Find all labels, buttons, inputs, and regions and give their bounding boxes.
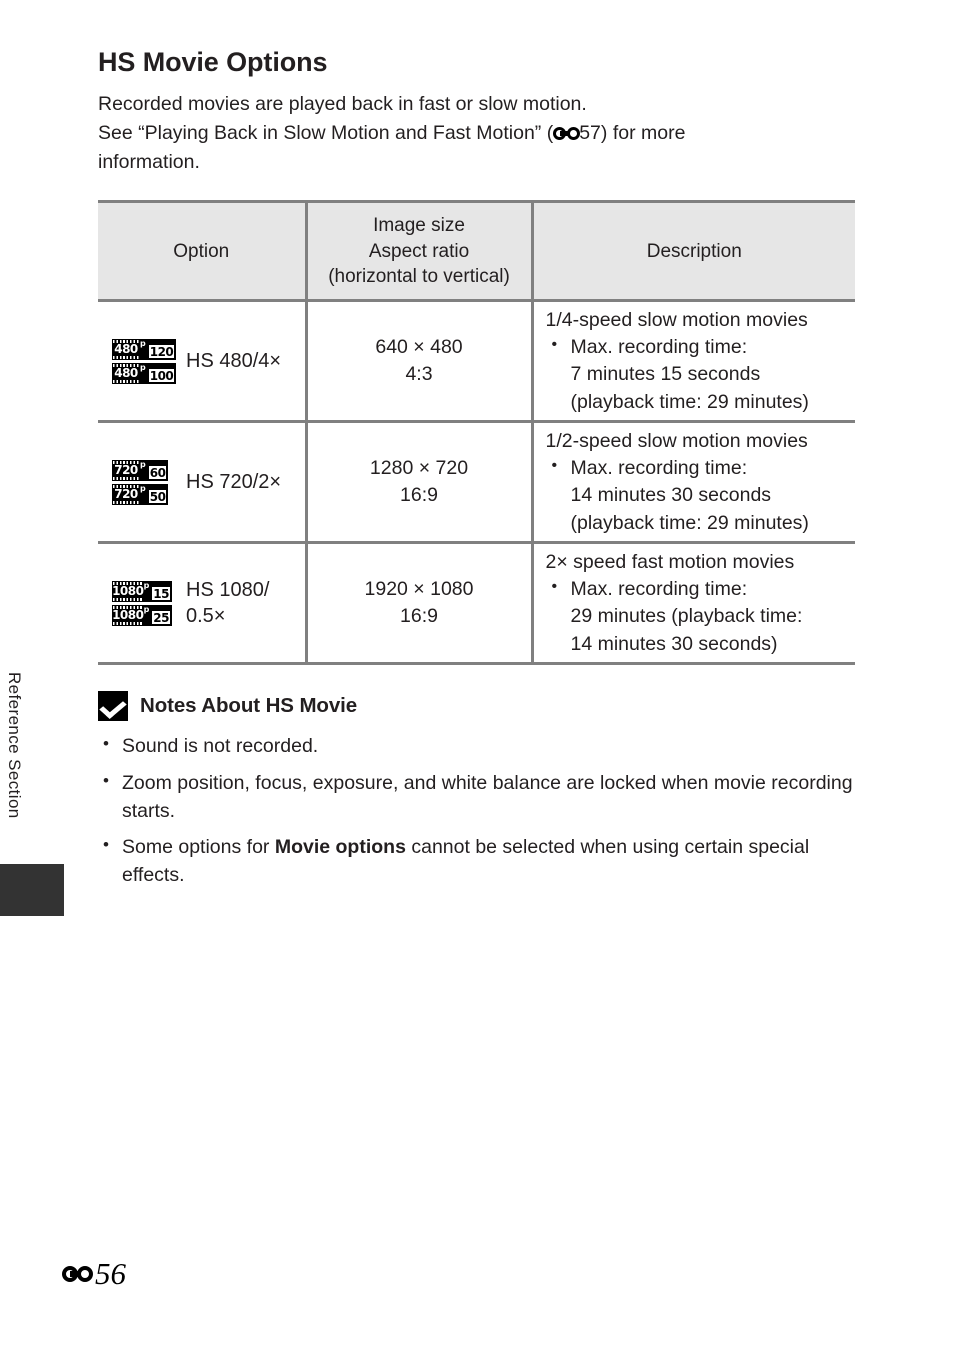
description-bullet: Max. recording time: <box>546 576 848 603</box>
option-label: HS 720/2× <box>186 471 282 494</box>
checkmark-icon <box>98 691 128 722</box>
film-framerate-badge: 50 <box>146 483 169 505</box>
column-header-image-size-line1: Image size <box>373 214 465 236</box>
cell-description: 1/4-speed slow motion movies Max. record… <box>532 300 855 424</box>
table-row: 720 p 60 720 p 50 HS 720/2× 1280 × 720 1… <box>98 421 855 545</box>
description-subline: (playback time: 29 minutes) <box>570 390 809 413</box>
movie-mode-icon-stack: 480 p 120 480 p 100 <box>112 338 177 384</box>
cell-image-size: 1920 × 1080 16:9 <box>306 542 534 666</box>
column-header-image-size: Image size Aspect ratio (horizontal to v… <box>306 200 534 303</box>
intro-paragraph: Recorded movies are played back in fast … <box>98 78 858 176</box>
e-symbol-icon <box>553 127 581 141</box>
notes-title: Notes About HS Movie <box>140 694 358 718</box>
image-size-value: 1280 × 720 <box>369 456 469 479</box>
cell-image-size: 640 × 480 4:3 <box>306 300 534 424</box>
film-progressive-label: p <box>140 338 147 360</box>
e-symbol-icon <box>62 1265 93 1282</box>
description-lead: 1/2-speed slow motion movies <box>545 429 808 452</box>
list-item: Some options for Movie options cannot be… <box>98 833 858 889</box>
table-header-row: Option Image size Aspect ratio (horizont… <box>98 200 855 303</box>
cell-image-size: 1280 × 720 16:9 <box>306 421 534 545</box>
aspect-ratio-value: 16:9 <box>400 605 438 628</box>
table-body: 480 p 120 480 p 100 HS 480/4× 640 × 480 … <box>98 300 855 666</box>
column-header-image-size-line2: Aspect ratio <box>368 240 470 262</box>
intro-reference-number: 57 <box>579 122 601 145</box>
film-strip-icon: 480 p 100 <box>112 362 177 384</box>
description-subline: 7 minutes 15 seconds <box>570 363 761 386</box>
film-resolution-label: 720 <box>112 483 140 505</box>
film-framerate-badge: 120 <box>146 338 177 360</box>
margin-tab-block <box>0 864 64 916</box>
film-framerate-badge: 15 <box>150 580 172 602</box>
intro-line-1: Recorded movies are played back in fast … <box>98 93 587 116</box>
film-progressive-label: p <box>143 580 151 602</box>
film-progressive-label: p <box>140 362 147 384</box>
column-header-image-size-line3: (horizontal to vertical) <box>328 266 510 288</box>
description-lead: 1/4-speed slow motion movies <box>545 308 808 331</box>
cell-description: 2× speed fast motion movies Max. recordi… <box>532 542 855 666</box>
page-title: HS Movie Options <box>98 47 328 77</box>
film-progressive-label: p <box>143 604 151 626</box>
cell-option: 480 p 120 480 p 100 HS 480/4× <box>98 300 308 424</box>
film-framerate-badge: 60 <box>146 459 169 481</box>
description-subline: 29 minutes (playback time: <box>570 605 803 628</box>
film-strip-icon: 1080 p 15 <box>112 580 172 602</box>
description-subline: 14 minutes 30 seconds <box>570 484 772 507</box>
description-subline: 14 minutes 30 seconds) <box>570 632 778 655</box>
intro-line-2: See “Playing Back in Slow Motion and Fas… <box>98 119 858 148</box>
option-label: HS 480/4× <box>186 350 282 373</box>
film-progressive-label: p <box>140 483 147 505</box>
notes-heading: Notes About HS Movie <box>98 691 858 722</box>
movie-mode-icon-stack: 1080 p 15 1080 p 25 <box>112 580 172 626</box>
film-resolution-label: 480 <box>112 362 140 384</box>
cell-option: 1080 p 15 1080 p 25 HS 1080/ 0.5× <box>98 542 308 666</box>
aspect-ratio-value: 16:9 <box>400 484 438 507</box>
film-framerate-badge: 25 <box>150 604 172 626</box>
page-number: 56 <box>95 1256 126 1291</box>
film-strip-icon: 720 p 60 <box>112 459 172 481</box>
table-row: 1080 p 15 1080 p 25 HS 1080/ 0.5× 1920 ×… <box>98 542 855 666</box>
description-lead: 2× speed fast motion movies <box>545 550 795 573</box>
intro-line-3: information. <box>98 150 200 173</box>
film-resolution-label: 1080 <box>112 604 144 626</box>
film-framerate-badge: 100 <box>146 362 177 384</box>
list-item: Sound is not recorded. <box>98 732 858 761</box>
intro-line-2-suffix: ) for more <box>600 122 686 145</box>
page-content: HS Movie Options Recorded movies are pla… <box>98 0 858 899</box>
movie-mode-icon-stack: 720 p 60 720 p 50 <box>112 459 172 505</box>
description-bullet: Max. recording time: <box>546 455 848 482</box>
film-resolution-label: 720 <box>112 459 140 481</box>
notes-section: Notes About HS Movie Sound is not record… <box>98 691 858 889</box>
description-bullet: Max. recording time: <box>546 334 848 361</box>
margin-section-label: Reference Section <box>5 672 24 819</box>
film-strip-icon: 720 p 50 <box>112 483 172 505</box>
film-strip-icon: 480 p 120 <box>112 338 177 360</box>
film-resolution-label: 1080 <box>112 580 144 602</box>
image-size-value: 1920 × 1080 <box>364 577 474 600</box>
intro-line-2-prefix: See “Playing Back in Slow Motion and Fas… <box>98 122 554 145</box>
cell-option: 720 p 60 720 p 50 HS 720/2× <box>98 421 308 545</box>
note-prefix: Some options for <box>122 836 275 859</box>
page-footer: 56 <box>62 1258 126 1289</box>
image-size-value: 640 × 480 <box>375 335 463 358</box>
column-header-option: Option <box>98 200 308 303</box>
description-subline: (playback time: 29 minutes) <box>570 511 809 534</box>
film-progressive-label: p <box>140 459 147 481</box>
film-resolution-label: 480 <box>112 338 140 360</box>
film-strip-icon: 1080 p 25 <box>112 604 172 626</box>
table-row: 480 p 120 480 p 100 HS 480/4× 640 × 480 … <box>98 300 855 424</box>
option-label: HS 1080/ 0.5× <box>186 578 270 628</box>
notes-list: Sound is not recorded. Zoom position, fo… <box>98 732 858 889</box>
note-emphasis: Movie options <box>274 836 406 859</box>
aspect-ratio-value: 4:3 <box>405 363 433 386</box>
column-header-description: Description <box>532 200 855 303</box>
list-item: Zoom position, focus, exposure, and whit… <box>98 769 858 825</box>
hs-movie-options-table: Option Image size Aspect ratio (horizont… <box>98 200 855 666</box>
cell-description: 1/2-speed slow motion movies Max. record… <box>532 421 855 545</box>
